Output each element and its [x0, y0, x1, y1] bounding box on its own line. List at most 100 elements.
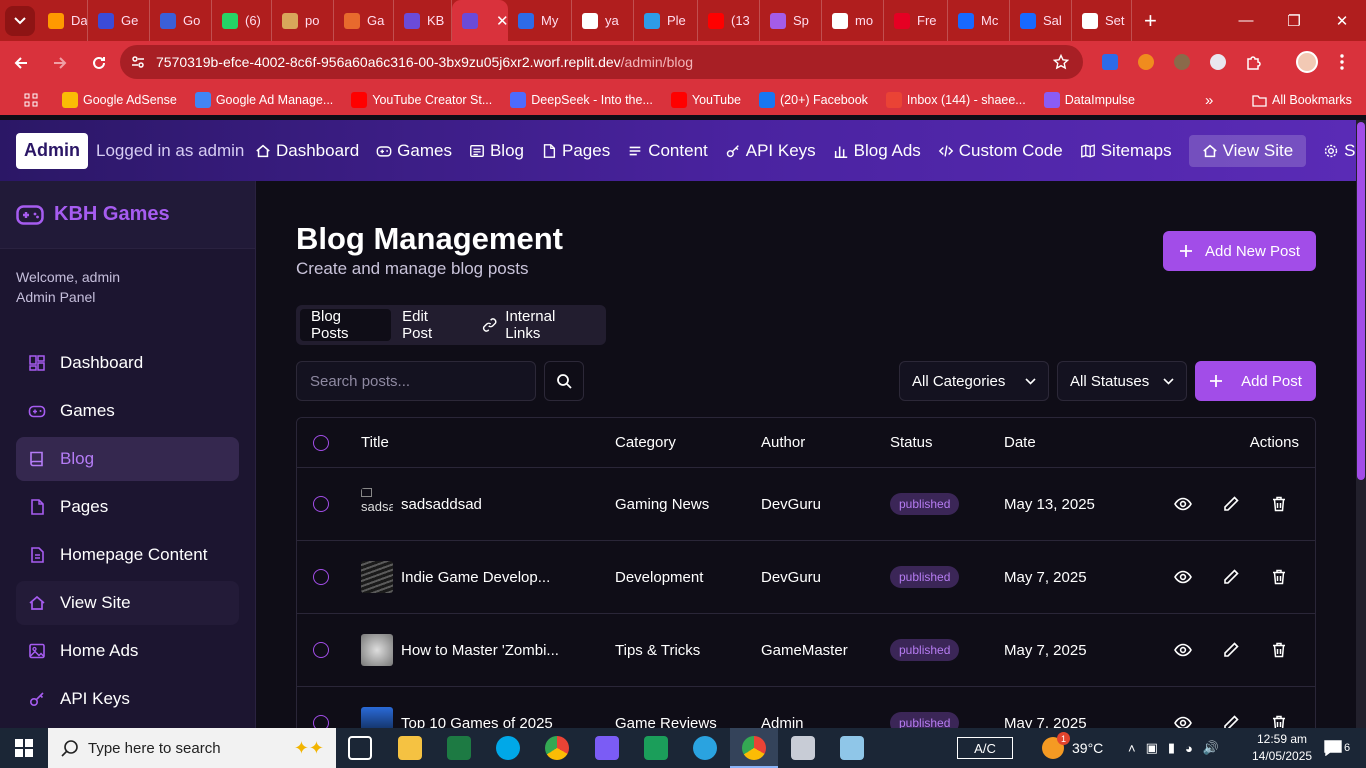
search-button[interactable]	[544, 361, 584, 401]
ac-indicator[interactable]: A/C	[957, 737, 1013, 759]
row-checkbox[interactable]	[313, 468, 329, 540]
address-bar[interactable]: 7570319b-efce-4002-8c6f-956a60a6c316-00-…	[120, 45, 1083, 79]
windows-start-icon[interactable]	[0, 728, 48, 768]
row-checkbox[interactable]	[313, 687, 329, 728]
topnav-view-site[interactable]: View Site	[1188, 134, 1307, 167]
post-title-cell[interactable]: How to Master 'Zombi...	[361, 614, 559, 686]
row-checkbox[interactable]	[313, 614, 329, 686]
forward-button[interactable]	[42, 45, 78, 81]
bookmark-item[interactable]: DeepSeek - Into the...	[510, 92, 653, 108]
topnav-blog-ads[interactable]: Blog Ads	[833, 135, 921, 167]
browser-tab[interactable]: KB	[394, 0, 452, 41]
topnav-pages[interactable]: Pages	[541, 135, 610, 167]
sidebar-item-homepage-content[interactable]: Homepage Content	[16, 533, 239, 577]
browser-tab[interactable]: Sp	[760, 0, 822, 41]
table-row[interactable]: How to Master 'Zombi... Tips & Tricks Ga…	[297, 614, 1315, 687]
bookmark-item[interactable]: Google Ad Manage...	[194, 92, 333, 108]
search-input[interactable]: Search posts...	[296, 361, 536, 401]
bookmark-item[interactable]: Inbox (144) - shaee...	[885, 92, 1026, 108]
tab-blog-posts[interactable]: Blog Posts	[300, 308, 392, 342]
trash-icon[interactable]	[1270, 714, 1288, 728]
topnav-dashboard[interactable]: Dashboard	[255, 135, 359, 167]
extension-icon[interactable]	[1205, 49, 1231, 75]
browser-tab[interactable]: Ga	[334, 0, 394, 41]
eye-icon[interactable]	[1174, 495, 1192, 513]
clock[interactable]: 12:59 am 14/05/2025	[1252, 728, 1312, 768]
bookmark-item[interactable]: YouTube	[670, 92, 741, 108]
browser-tab[interactable]: Mc	[948, 0, 1010, 41]
browser-tab[interactable]: Go	[150, 0, 212, 41]
taskbar-search-input[interactable]: Type here to search ✦✦	[48, 728, 336, 768]
category-select[interactable]: All Categories	[899, 361, 1049, 401]
close-window-icon[interactable]: ✕	[1318, 0, 1366, 41]
tab-internal-links[interactable]: Internal Links	[471, 308, 602, 342]
gameloop-icon[interactable]	[644, 736, 668, 760]
add-new-post-button[interactable]: Add New Post	[1163, 231, 1316, 271]
browser-tab[interactable]: ya	[572, 0, 634, 41]
browser-tab[interactable]: (6)	[212, 0, 272, 41]
extension-icon[interactable]	[1097, 49, 1123, 75]
row-checkbox[interactable]	[313, 541, 329, 613]
topnav-content[interactable]: Content	[627, 135, 708, 167]
bookmark-item[interactable]: Google AdSense	[62, 92, 177, 108]
brand[interactable]: KBH Games	[0, 181, 255, 249]
sidebar-item-games[interactable]: Games	[16, 389, 239, 433]
sidebar-item-view-site[interactable]: View Site	[16, 581, 239, 625]
all-bookmarks-button[interactable]: All Bookmarks	[1252, 93, 1352, 107]
sidebar-item-dashboard[interactable]: Dashboard	[16, 341, 239, 385]
notifications-button[interactable]: 6	[1324, 728, 1350, 768]
app-icon[interactable]	[791, 736, 815, 760]
browser-tab[interactable]: Ple	[634, 0, 698, 41]
browser-tab[interactable]: Da	[38, 0, 88, 41]
browser-tab[interactable]: Fre	[884, 0, 948, 41]
more-bookmarks-icon[interactable]: »	[1205, 92, 1213, 109]
post-title-cell[interactable]: sadsa sadsaddsad	[361, 468, 482, 540]
tab-edit-post[interactable]: Edit Post	[391, 308, 471, 342]
status-select[interactable]: All Statuses	[1057, 361, 1187, 401]
eye-icon[interactable]	[1174, 641, 1192, 659]
col-title[interactable]: Title	[361, 418, 389, 467]
trash-icon[interactable]	[1270, 641, 1288, 659]
add-post-button[interactable]: Add Post	[1195, 361, 1316, 401]
new-tab-button[interactable]: +	[1144, 8, 1157, 34]
col-author[interactable]: Author	[761, 418, 805, 467]
proton-vpn-icon[interactable]	[595, 736, 619, 760]
kebab-menu-icon[interactable]	[1329, 49, 1355, 75]
bookmark-item[interactable]: YouTube Creator St...	[351, 92, 492, 108]
page-scrollbar[interactable]	[1356, 120, 1366, 728]
excel-icon[interactable]	[447, 736, 471, 760]
pencil-icon[interactable]	[1222, 568, 1240, 586]
topnav-blog[interactable]: Blog	[469, 135, 524, 167]
task-view-icon[interactable]	[348, 736, 372, 760]
browser-tab[interactable]: po	[272, 0, 334, 41]
bookmark-item[interactable]: DataImpulse	[1043, 92, 1135, 108]
skype-icon[interactable]	[496, 736, 520, 760]
browser-tab[interactable]: Sal	[1010, 0, 1072, 41]
trash-icon[interactable]	[1270, 568, 1288, 586]
pencil-icon[interactable]	[1222, 495, 1240, 513]
sidebar-item-home-ads[interactable]: Home Ads	[16, 629, 239, 673]
sidebar-item-api-keys[interactable]: API Keys	[16, 677, 239, 721]
tab-search-button[interactable]	[5, 5, 35, 36]
eye-icon[interactable]	[1174, 714, 1192, 728]
browser-tab[interactable]: Ge	[88, 0, 150, 41]
close-tab-icon[interactable]: ✕	[496, 12, 508, 30]
apps-grid-icon[interactable]	[0, 93, 62, 107]
topnav-sitemaps[interactable]: Sitemaps	[1080, 135, 1172, 167]
browser-tab[interactable]: ✕	[452, 0, 508, 41]
avatar[interactable]	[1294, 49, 1320, 75]
battery-icon[interactable]: ▮	[1168, 740, 1175, 756]
col-date[interactable]: Date	[1004, 418, 1036, 467]
topnav-custom-code[interactable]: Custom Code	[938, 135, 1063, 167]
puzzle-icon[interactable]	[1241, 49, 1267, 75]
table-row[interactable]: sadsa sadsaddsad Gaming News DevGuru publ…	[297, 468, 1315, 541]
pencil-icon[interactable]	[1222, 714, 1240, 728]
back-button[interactable]	[3, 45, 39, 81]
table-row[interactable]: Top 10 Games of 2025 Game Reviews Admin …	[297, 687, 1315, 728]
sidebar-item-pages[interactable]: Pages	[16, 485, 239, 529]
weather-widget[interactable]: 1 39°C	[1042, 728, 1103, 768]
sidebar-item-blog[interactable]: Blog	[16, 437, 239, 481]
wifi-icon[interactable]: ◕	[1185, 741, 1193, 756]
minimize-icon[interactable]: —	[1222, 0, 1270, 41]
browser-tab[interactable]: (13	[698, 0, 760, 41]
